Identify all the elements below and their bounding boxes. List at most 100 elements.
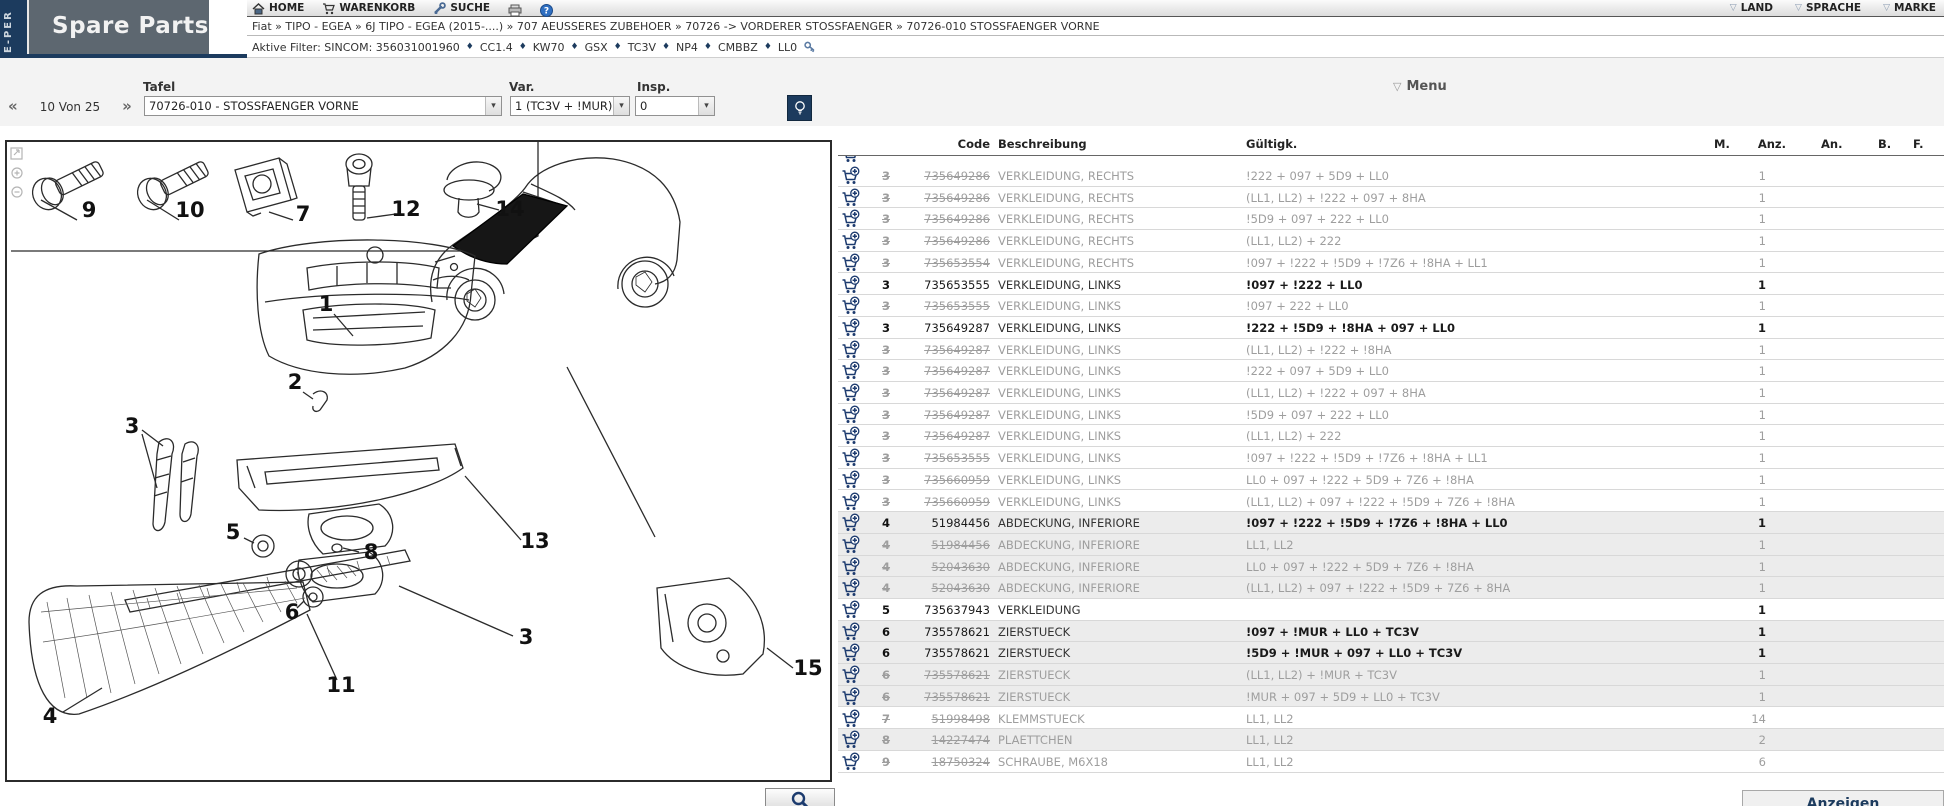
add-to-cart-icon[interactable] <box>841 318 861 338</box>
part-code[interactable]: 14227474 <box>890 733 990 747</box>
callout-number-10[interactable]: 10 <box>175 198 204 222</box>
add-to-cart-icon[interactable] <box>841 231 861 251</box>
table-row[interactable]: 3735649287VERKLEIDUNG, LINKS!222 + !5D9 … <box>838 317 1944 339</box>
part-code[interactable]: 735660959 <box>890 473 990 487</box>
table-row[interactable]: 814227474PLAETTCHENLL1, LL22 <box>838 729 1944 751</box>
part-code[interactable]: 735660959 <box>890 495 990 509</box>
callout-number-8[interactable]: 8 <box>364 540 379 564</box>
table-row[interactable]: 918750324SCHRAUBE, M6X18LL1, LL26 <box>838 751 1944 773</box>
part-code[interactable]: 18750324 <box>890 755 990 769</box>
tafel-select[interactable]: 70726-010 - STOSSFAENGER VORNE ▾ <box>144 96 502 116</box>
part-code[interactable]: 735649286 <box>890 212 990 226</box>
table-row[interactable]: 3735649286VERKLEIDUNG, RECHTS!222 + 097 … <box>838 165 1944 187</box>
part-code[interactable]: 51984456 <box>890 516 990 530</box>
part-code[interactable]: 735649287 <box>890 408 990 422</box>
table-row[interactable]: 451984456ABDECKUNG, INFERIORELL1, LL21 <box>838 534 1944 556</box>
callout-number-9[interactable]: 9 <box>82 198 97 222</box>
table-row[interactable]: 751998498KLEMMSTUECKLL1, LL214 <box>838 708 1944 730</box>
add-to-cart-icon[interactable] <box>841 752 861 772</box>
table-row[interactable]: 452043630ABDECKUNG, INFERIORELL0 + 097 +… <box>838 556 1944 578</box>
part-code[interactable]: 51984456 <box>890 538 990 552</box>
column-header-gueltigkeit[interactable]: Gültigk. <box>1246 137 1297 151</box>
part-code[interactable]: 735653555 <box>890 278 990 292</box>
part-code[interactable]: 735653554 <box>890 256 990 270</box>
part-code[interactable]: 735637943 <box>890 603 990 617</box>
part-code[interactable]: 735653555 <box>890 451 990 465</box>
add-to-cart-icon[interactable] <box>841 578 861 598</box>
part-code[interactable]: 735649286 <box>890 191 990 205</box>
table-row[interactable]: 3735649287VERKLEIDUNG, LINKS(LL1, LL2) +… <box>838 382 1944 404</box>
part-code[interactable]: 735649287 <box>890 429 990 443</box>
column-header-b[interactable]: B. <box>1878 137 1891 151</box>
printer-icon[interactable] <box>508 2 522 15</box>
table-row[interactable]: 3735653554VERKLEIDUNG, RECHTS!097 + !222… <box>838 252 1944 274</box>
add-to-cart-icon[interactable] <box>841 535 861 555</box>
add-to-cart-icon[interactable] <box>841 709 861 729</box>
part-code[interactable]: 735653555 <box>890 299 990 313</box>
table-row[interactable]: 3735653555VERKLEIDUNG, LINKS!097 + 222 +… <box>838 295 1944 317</box>
pager-prev-button[interactable]: « <box>8 99 18 114</box>
column-header-code[interactable]: Code <box>890 137 990 151</box>
table-row[interactable]: 3735649286VERKLEIDUNG, RECHTS!5D9 + 097 … <box>838 208 1944 230</box>
anzeigen-button[interactable]: Anzeigen <box>1742 790 1944 806</box>
add-to-cart-icon[interactable] <box>841 383 861 403</box>
table-row[interactable]: 451984456ABDECKUNG, INFERIORE!097 + !222… <box>838 512 1944 534</box>
add-to-cart-icon[interactable] <box>841 209 861 229</box>
callout-number-7[interactable]: 7 <box>296 202 311 226</box>
column-header-anz[interactable]: Anz. <box>1744 137 1786 151</box>
table-row[interactable]: 3735653555VERKLEIDUNG, LINKS!097 + !222 … <box>838 274 1944 296</box>
add-to-cart-icon[interactable] <box>841 448 861 468</box>
callout-number-15[interactable]: 15 <box>793 656 822 680</box>
menu-item-warenkorb[interactable]: WARENKORB <box>322 2 415 15</box>
parts-diagram-panel[interactable]: 9107121412358613311415 <box>5 140 832 782</box>
add-to-cart-icon[interactable] <box>841 296 861 316</box>
add-to-cart-icon[interactable] <box>841 557 861 577</box>
table-row[interactable]: 3735649287VERKLEIDUNG, LINKS!5D9 + 097 +… <box>838 404 1944 426</box>
insp-select[interactable]: 0 ▾ <box>635 96 715 116</box>
part-code[interactable]: 735649286 <box>890 169 990 183</box>
table-row[interactable]: 3735660959VERKLEIDUNG, LINKS(LL1, LL2) +… <box>838 491 1944 513</box>
callout-number-14[interactable]: 14 <box>495 197 524 221</box>
part-code[interactable]: 52043630 <box>890 560 990 574</box>
part-code[interactable]: 735578621 <box>890 625 990 639</box>
diagram-search-button[interactable] <box>765 788 835 806</box>
add-to-cart-icon[interactable] <box>841 166 861 186</box>
table-row[interactable]: 3735649287VERKLEIDUNG, LINKS(LL1, LL2) +… <box>838 339 1944 361</box>
column-header-an[interactable]: An. <box>1821 137 1842 151</box>
add-to-cart-icon[interactable] <box>841 513 861 533</box>
part-code[interactable]: 735649286 <box>890 234 990 248</box>
callout-number-6[interactable]: 6 <box>285 600 300 624</box>
highlight-lamp-button[interactable] <box>787 95 812 121</box>
part-code[interactable]: 735578621 <box>890 668 990 682</box>
menu-item-suche[interactable]: SUCHE <box>433 2 490 15</box>
table-row[interactable]: 6735578621ZIERSTUECK!MUR + 097 + 5D9 + L… <box>838 686 1944 708</box>
table-row[interactable]: 6735578621ZIERSTUECK!5D9 + !MUR + 097 + … <box>838 642 1944 664</box>
callout-number-3[interactable]: 3 <box>125 414 140 438</box>
column-header-beschreibung[interactable]: Beschreibung <box>998 137 1087 151</box>
callout-number-4[interactable]: 4 <box>43 704 58 728</box>
part-code[interactable]: 735649287 <box>890 364 990 378</box>
column-header-m[interactable]: M. <box>1714 137 1730 151</box>
part-code[interactable]: 52043630 <box>890 581 990 595</box>
table-row[interactable]: 3735649287VERKLEIDUNG, LINKS!222 + 097 +… <box>838 360 1944 382</box>
var-select[interactable]: 1 (TC3V + !MUR) ▾ <box>510 96 630 116</box>
callout-number-3[interactable]: 3 <box>519 625 534 649</box>
add-to-cart-icon[interactable] <box>841 665 861 685</box>
callout-number-1[interactable]: 1 <box>319 292 334 316</box>
table-row[interactable]: 3735653555VERKLEIDUNG, LINKS!097 + !222 … <box>838 447 1944 469</box>
add-to-cart-icon[interactable] <box>841 643 861 663</box>
column-header-f[interactable]: F. <box>1913 137 1924 151</box>
add-to-cart-icon[interactable] <box>841 188 861 208</box>
table-row[interactable]: 3735649287VERKLEIDUNG, LINKS(LL1, LL2) +… <box>838 425 1944 447</box>
add-to-cart-icon[interactable] <box>841 492 861 512</box>
part-code[interactable]: 735649287 <box>890 386 990 400</box>
add-to-cart-icon[interactable] <box>841 622 861 642</box>
table-row[interactable]: 452043630ABDECKUNG, INFERIORE(LL1, LL2) … <box>838 577 1944 599</box>
add-to-cart-icon[interactable] <box>841 361 861 381</box>
part-code[interactable]: 735578621 <box>890 690 990 704</box>
callout-number-11[interactable]: 11 <box>326 673 355 697</box>
add-to-cart-icon[interactable] <box>841 426 861 446</box>
add-to-cart-icon[interactable] <box>841 275 861 295</box>
add-to-cart-icon[interactable] <box>841 405 861 425</box>
key-icon[interactable] <box>803 40 817 54</box>
